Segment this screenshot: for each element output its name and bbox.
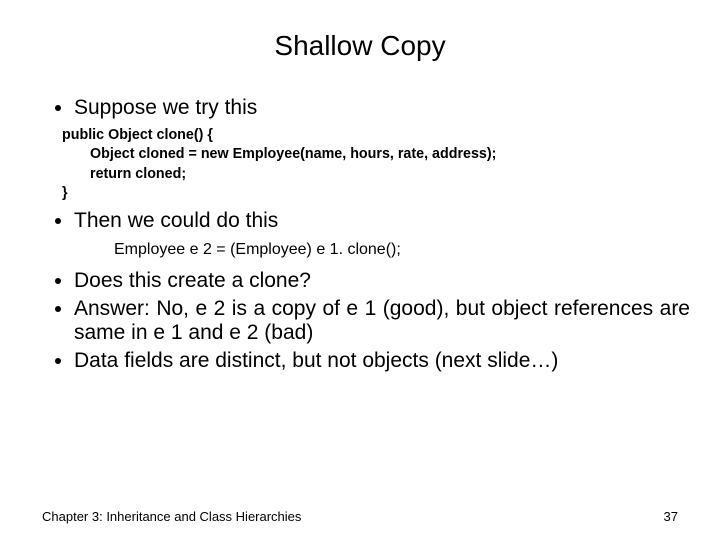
footer-page-number: 37 bbox=[664, 509, 678, 524]
bullet-text: Answer: No, e 2 is a copy of e 1 (good),… bbox=[74, 297, 690, 344]
code-line: return cloned; bbox=[62, 165, 690, 184]
bullet-item: Then we could do this Employee e 2 = (Em… bbox=[74, 209, 690, 261]
code-block: public Object clone() { Object cloned = … bbox=[62, 126, 690, 203]
code-line: Employee e 2 = (Employee) e 1. clone(); bbox=[114, 239, 690, 261]
bullet-item: Suppose we try this public Object clone(… bbox=[74, 96, 690, 203]
bullet-text: Data fields are distinct, but not object… bbox=[74, 349, 558, 372]
bullet-text: Suppose we try this bbox=[74, 96, 257, 119]
footer-chapter: Chapter 3: Inheritance and Class Hierarc… bbox=[42, 509, 301, 524]
bullet-item: Data fields are distinct, but not object… bbox=[74, 349, 690, 373]
bullet-item: Answer: No, e 2 is a copy of e 1 (good),… bbox=[74, 297, 690, 345]
slide: Shallow Copy Suppose we try this public … bbox=[0, 0, 720, 540]
bullet-list: Suppose we try this public Object clone(… bbox=[30, 96, 690, 373]
code-block: Employee e 2 = (Employee) e 1. clone(); bbox=[114, 239, 690, 261]
bullet-text: Does this create a clone? bbox=[74, 269, 311, 292]
code-line: Object cloned = new Employee(name, hours… bbox=[62, 145, 690, 164]
footer: Chapter 3: Inheritance and Class Hierarc… bbox=[0, 509, 720, 524]
code-line: } bbox=[62, 184, 690, 203]
bullet-item: Does this create a clone? bbox=[74, 269, 690, 293]
bullet-text: Then we could do this bbox=[74, 209, 278, 232]
code-line: public Object clone() { bbox=[62, 126, 690, 145]
slide-title: Shallow Copy bbox=[30, 30, 690, 62]
